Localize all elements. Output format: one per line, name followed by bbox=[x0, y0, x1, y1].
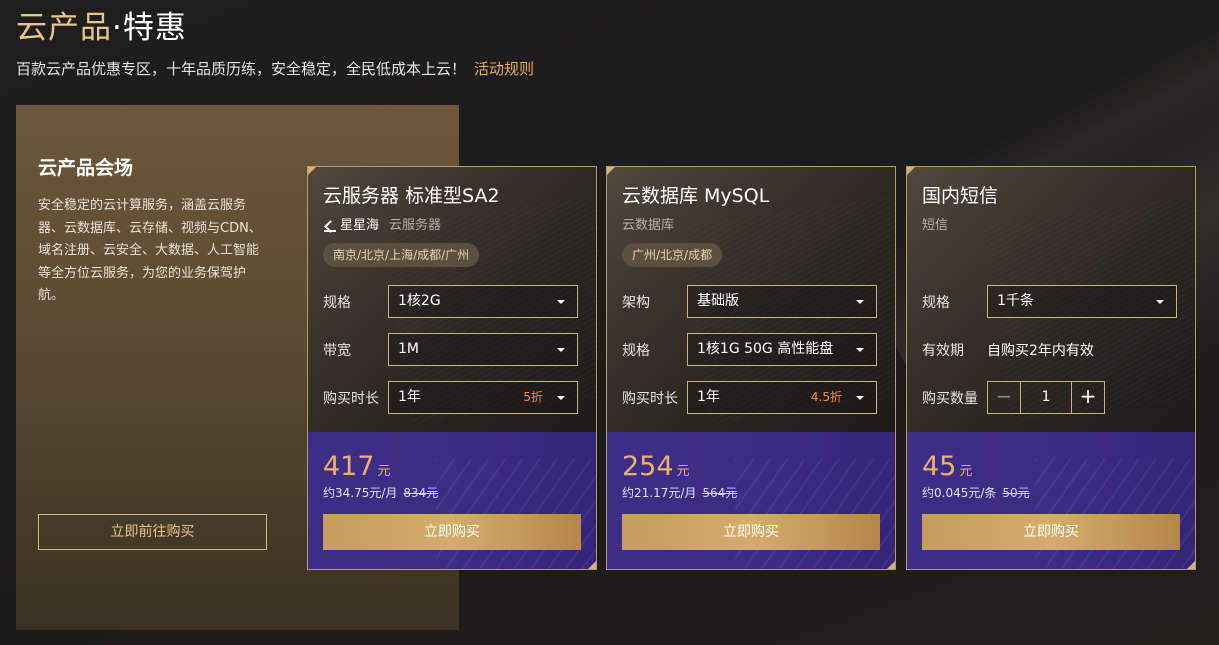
card-corner-accent bbox=[907, 167, 915, 175]
product-card-cvm: 云服务器 标准型SA2 星星海 云服务器 南京/北京/上海/成都/广州 规格 1… bbox=[307, 166, 597, 570]
buy-now-button[interactable]: 立即购买 bbox=[323, 514, 581, 550]
price: 45 元 bbox=[922, 450, 972, 484]
card-corner-accent bbox=[1187, 561, 1195, 569]
quantity-stepper: − 1 + bbox=[987, 381, 1105, 414]
card-corner-accent bbox=[308, 167, 316, 175]
card-corner-accent bbox=[588, 561, 596, 569]
spec-label: 规格 bbox=[622, 343, 650, 359]
chevron-down-icon bbox=[856, 300, 864, 304]
page-title-main: 云产品 bbox=[16, 10, 112, 46]
duration-select[interactable]: 1年 4.5折 bbox=[687, 381, 877, 414]
price-details: 约0.045元/条 50元 bbox=[922, 484, 1030, 502]
chevron-down-icon bbox=[1156, 300, 1164, 304]
price-unit: 元 bbox=[377, 464, 391, 479]
validity-label: 有效期 bbox=[922, 343, 964, 359]
original-price: 564元 bbox=[702, 486, 738, 500]
duration-label: 购买时长 bbox=[323, 391, 379, 407]
architecture-select[interactable]: 基础版 bbox=[687, 285, 877, 318]
spec-select-value: 1千条 bbox=[997, 293, 1034, 309]
price: 254 元 bbox=[622, 450, 690, 484]
page: 云产品·特惠 百款云产品优惠专区，十年品质历练，安全稳定，全民低成本上云！ 活动规… bbox=[0, 0, 1219, 645]
page-title-highlight: 特惠 bbox=[122, 10, 187, 46]
product-subtitle: 云数据库 bbox=[622, 216, 674, 236]
unit-price: 约34.75元/月 bbox=[323, 486, 398, 500]
product-card-sms: 国内短信 短信 规格 1千条 有效期 自购买2年内有效 购买数量 − 1 + 4… bbox=[906, 166, 1196, 570]
subtitle-text: 百款云产品优惠专区，十年品质历练，安全稳定，全民低成本上云！ bbox=[16, 60, 467, 78]
buy-now-button[interactable]: 立即购买 bbox=[622, 514, 880, 550]
page-title-separator: · bbox=[112, 10, 123, 46]
duration-select-value: 1年 bbox=[697, 389, 720, 405]
chevron-down-icon bbox=[557, 348, 565, 352]
discount-badge: 4.5折 bbox=[810, 390, 842, 404]
discount-badge: 5折 bbox=[523, 390, 543, 404]
card-corner-accent bbox=[887, 561, 895, 569]
duration-select-value: 1年 bbox=[398, 389, 421, 405]
bandwidth-select[interactable]: 1M bbox=[388, 333, 578, 366]
bandwidth-select-value: 1M bbox=[398, 341, 419, 357]
go-to-venue-button[interactable]: 立即前往购买 bbox=[38, 514, 267, 550]
price-details: 约34.75元/月 834元 bbox=[323, 484, 438, 502]
price-unit: 元 bbox=[676, 464, 690, 479]
product-category: 短信 bbox=[922, 218, 949, 233]
chevron-down-icon bbox=[856, 396, 864, 400]
product-subtitle: 短信 bbox=[922, 216, 948, 236]
price-details: 约21.17元/月 564元 bbox=[622, 484, 737, 502]
original-price: 834元 bbox=[403, 486, 439, 500]
page-subtitle: 百款云产品优惠专区，十年品质历练，安全稳定，全民低成本上云！ 活动规则 bbox=[16, 58, 534, 80]
architecture-label: 架构 bbox=[622, 295, 650, 311]
region-tag: 广州/北京/成都 bbox=[622, 243, 723, 267]
product-subtitle: 星星海 云服务器 bbox=[323, 216, 441, 236]
product-card-mysql: 云数据库 MySQL 云数据库 广州/北京/成都 架构 基础版 规格 1核1G … bbox=[606, 166, 896, 570]
spec-label: 规格 bbox=[922, 295, 950, 311]
brand-label: 星星海 bbox=[340, 218, 380, 233]
spec-select[interactable]: 1核1G 50G 高性能盘 bbox=[687, 333, 877, 366]
unit-price: 约21.17元/月 bbox=[622, 486, 697, 500]
price-value: 417 bbox=[323, 451, 375, 482]
duration-select[interactable]: 1年 5折 bbox=[388, 381, 578, 414]
venue-description: 安全稳定的云计算服务，涵盖云服务器、云数据库、云存储、视频与CDN、域名注册、云… bbox=[38, 198, 262, 303]
product-category: 云服务器 bbox=[389, 218, 442, 233]
chevron-down-icon bbox=[557, 396, 565, 400]
decrease-button[interactable]: − bbox=[988, 382, 1021, 413]
venue-title: 云产品会场 bbox=[38, 157, 134, 179]
brand: 星星海 bbox=[323, 216, 379, 236]
xingxinghai-logo-icon bbox=[323, 219, 337, 233]
spec-select[interactable]: 1千条 bbox=[987, 285, 1177, 318]
chevron-down-icon bbox=[557, 300, 565, 304]
bandwidth-label: 带宽 bbox=[323, 343, 351, 359]
spec-label: 规格 bbox=[323, 295, 351, 311]
product-name: 云数据库 MySQL bbox=[622, 185, 770, 207]
spec-select-value: 1核1G 50G 高性能盘 bbox=[697, 341, 834, 357]
price-unit: 元 bbox=[959, 464, 973, 479]
region-tag: 南京/北京/上海/成都/广州 bbox=[323, 243, 480, 267]
chevron-down-icon bbox=[856, 348, 864, 352]
card-corner-accent bbox=[607, 167, 615, 175]
price-value: 45 bbox=[922, 451, 957, 482]
quantity-value[interactable]: 1 bbox=[1021, 382, 1071, 413]
price-value: 254 bbox=[622, 451, 674, 482]
architecture-select-value: 基础版 bbox=[697, 293, 739, 309]
quantity-label: 购买数量 bbox=[922, 391, 978, 407]
product-category: 云数据库 bbox=[622, 218, 675, 233]
spec-select[interactable]: 1核2G bbox=[388, 285, 578, 318]
product-name: 云服务器 标准型SA2 bbox=[323, 185, 500, 207]
page-title: 云产品·特惠 bbox=[16, 8, 187, 48]
duration-label: 购买时长 bbox=[622, 391, 678, 407]
product-name: 国内短信 bbox=[922, 185, 999, 207]
spec-select-value: 1核2G bbox=[398, 293, 441, 309]
price: 417 元 bbox=[323, 450, 391, 484]
increase-button[interactable]: + bbox=[1071, 382, 1104, 413]
activity-rules-link[interactable]: 活动规则 bbox=[474, 60, 534, 78]
validity-value: 自购买2年内有效 bbox=[987, 343, 1094, 359]
unit-price: 约0.045元/条 bbox=[922, 486, 997, 500]
original-price: 50元 bbox=[1002, 486, 1030, 500]
buy-now-button[interactable]: 立即购买 bbox=[922, 514, 1180, 550]
